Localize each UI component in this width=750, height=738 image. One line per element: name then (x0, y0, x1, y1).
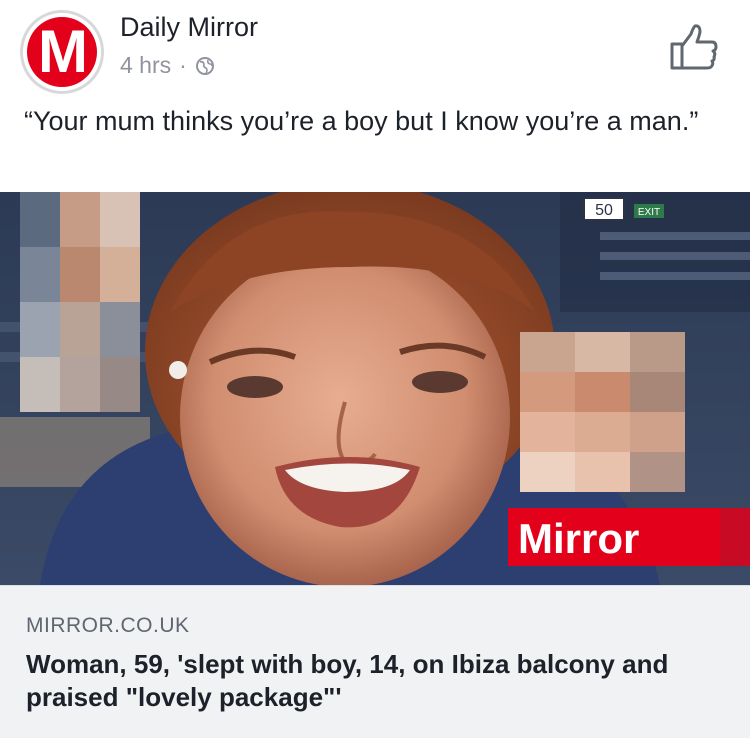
page-avatar[interactable]: M (20, 10, 104, 94)
link-headline[interactable]: Woman, 59, 'slept with boy, 14, on Ibiza… (26, 648, 736, 714)
post-image[interactable]: 50 EXIT Mirror (0, 192, 750, 585)
link-preview[interactable]: MIRROR.CO.UK Woman, 59, 'slept with boy,… (0, 585, 750, 738)
svg-text:Mirror: Mirror (518, 515, 639, 562)
post-header: M Daily Mirror 4 hrs · (0, 0, 750, 95)
mirror-logo: M (27, 17, 97, 87)
post-meta: 4 hrs · (120, 52, 215, 79)
photo-illustration: 50 EXIT Mirror (0, 192, 750, 585)
globe-icon (195, 56, 214, 75)
svg-text:EXIT: EXIT (638, 207, 660, 218)
post-caption: “Your mum thinks you’re a boy but I know… (24, 106, 699, 136)
link-domain: MIRROR.CO.UK (26, 614, 190, 637)
logo-letter: M (38, 18, 88, 85)
svg-text:50: 50 (595, 202, 613, 219)
thumbs-up-icon[interactable] (668, 22, 720, 74)
mirror-watermark: Mirror (508, 508, 750, 566)
pixelated-face-left (20, 192, 140, 412)
pixelated-face-right (520, 332, 685, 492)
meta-separator: · (179, 52, 187, 78)
page-name[interactable]: Daily Mirror (120, 12, 258, 43)
post-time[interactable]: 4 hrs (120, 52, 171, 79)
